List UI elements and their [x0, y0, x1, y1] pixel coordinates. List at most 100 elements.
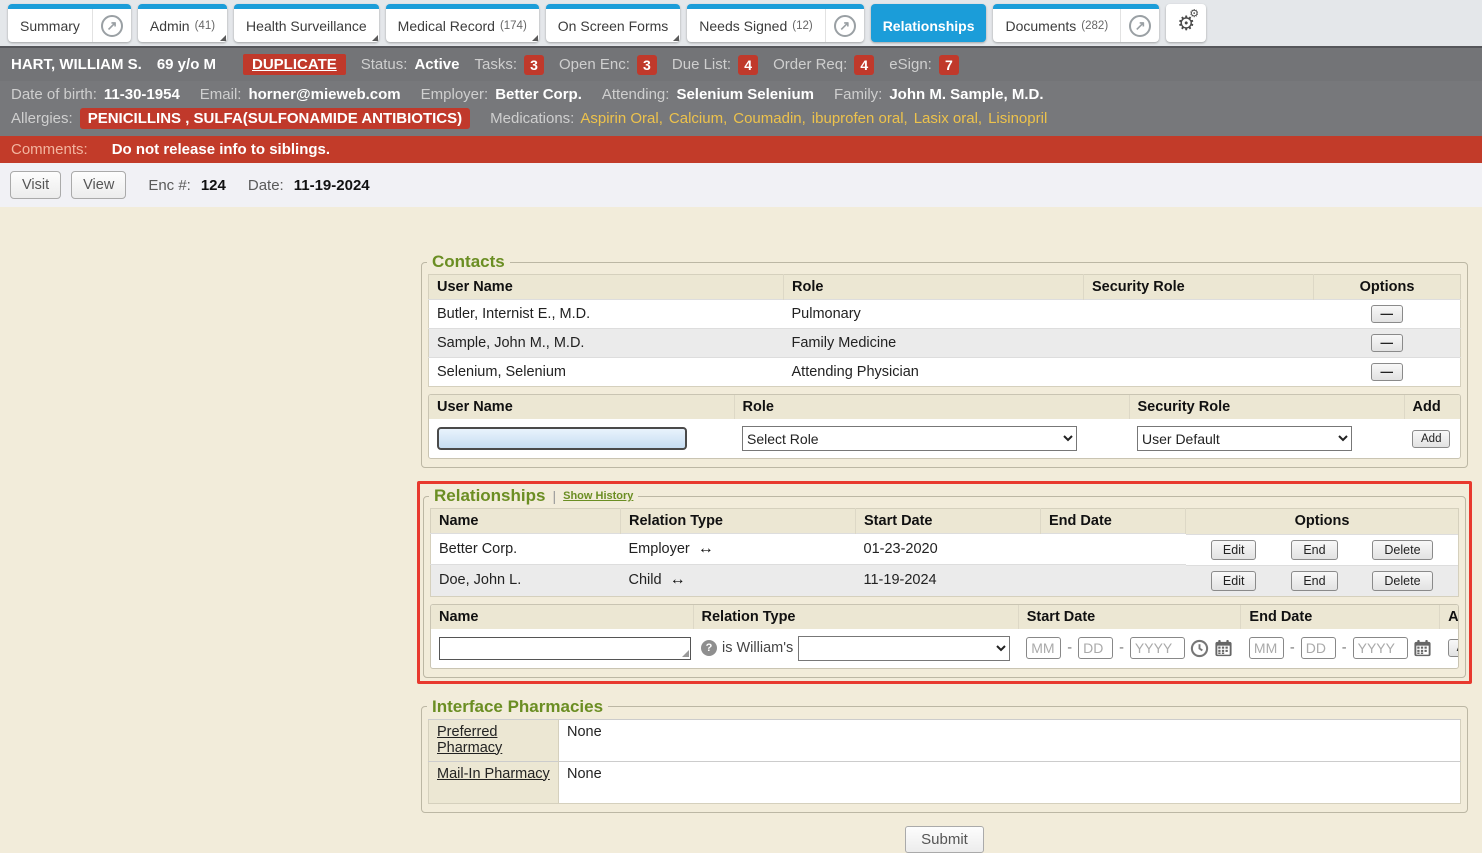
- medication-link[interactable]: ibuprofen oral: [812, 110, 908, 127]
- external-link-icon: ↗: [101, 15, 123, 37]
- add-contact-header-row: User Name Role Security Role Add: [429, 395, 1460, 419]
- tab-health-surveillance[interactable]: Health Surveillance: [234, 4, 379, 42]
- add-relationship-col-end-date: End Date: [1241, 605, 1440, 629]
- edit-relationship-button[interactable]: Edit: [1211, 540, 1257, 560]
- contacts-header-row: User Name Role Security Role Options: [429, 275, 1461, 300]
- visit-button[interactable]: Visit: [10, 171, 61, 199]
- add-contact-input-row: Select Role User Default Add: [429, 419, 1460, 458]
- contact-row: Sample, John M., M.D. Family Medicine —: [429, 329, 1461, 358]
- relationship-end-date: [1041, 565, 1186, 597]
- duplicate-flag[interactable]: DUPLICATE: [243, 54, 346, 75]
- delete-relationship-button[interactable]: Delete: [1372, 540, 1432, 560]
- add-relationship-col-relation-type: Relation Type: [693, 605, 1018, 629]
- tab-needs-signed-count: (12): [792, 20, 812, 32]
- tab-summary[interactable]: Summary ↗: [8, 4, 131, 42]
- add-relationship-button[interactable]: Add: [1448, 639, 1459, 657]
- email-value: horner@mieweb.com: [248, 86, 400, 103]
- employer-label: Employer:: [421, 86, 489, 103]
- medication-link[interactable]: Aspirin Oral: [580, 110, 663, 127]
- medication-link[interactable]: Calcium: [669, 110, 727, 127]
- contact-role-select[interactable]: Select Role: [742, 426, 1077, 451]
- mail-in-pharmacy-link[interactable]: Mail-In Pharmacy: [437, 766, 550, 782]
- relationship-end-date: [1041, 534, 1186, 565]
- tab-health-surveillance-label: Health Surveillance: [234, 9, 379, 42]
- relationships-header-row: Name Relation Type Start Date End Date O…: [431, 509, 1459, 534]
- contact-security-role: [1084, 300, 1314, 329]
- end-relationship-button[interactable]: End: [1291, 540, 1337, 560]
- patient-header-bar: HART, WILLIAM S. 69 y/o M DUPLICATE Stat…: [0, 48, 1482, 81]
- bidirectional-arrow-icon: ↔: [670, 571, 686, 588]
- remove-contact-button[interactable]: —: [1371, 334, 1403, 352]
- tab-needs-signed-label: Needs Signed: [699, 18, 787, 34]
- remove-contact-button[interactable]: —: [1371, 363, 1403, 381]
- attending-value: Selenium Selenium: [676, 86, 814, 103]
- submit-button[interactable]: Submit: [905, 826, 984, 853]
- add-relationship-col-add: Add: [1440, 605, 1459, 629]
- view-button[interactable]: View: [71, 171, 126, 199]
- medication-link[interactable]: Coumadin: [733, 110, 806, 127]
- end-date-day-input[interactable]: [1301, 637, 1336, 659]
- contacts-col-role: Role: [784, 275, 1084, 300]
- contact-user-name: Butler, Internist E., M.D.: [429, 300, 784, 329]
- gear-small-icon: ⚙: [1189, 7, 1199, 20]
- tab-on-screen-forms[interactable]: On Screen Forms: [546, 4, 680, 42]
- relationship-row: Better Corp. Employer ↔ 01-23-2020 Edit …: [431, 534, 1459, 565]
- edit-relationship-button[interactable]: Edit: [1211, 571, 1257, 591]
- tab-summary-label: Summary: [8, 9, 92, 42]
- tab-on-screen-forms-label: On Screen Forms: [546, 9, 680, 42]
- open-enc-count-badge[interactable]: 3: [637, 55, 657, 75]
- tab-needs-signed-popout[interactable]: ↗: [825, 9, 864, 42]
- due-list-count-badge[interactable]: 4: [738, 55, 758, 75]
- esign-count-badge[interactable]: 7: [939, 55, 959, 75]
- preferred-pharmacy-link[interactable]: Preferred Pharmacy: [437, 724, 502, 756]
- tab-needs-signed[interactable]: Needs Signed (12) ↗: [687, 4, 863, 42]
- calendar-icon[interactable]: [1214, 639, 1233, 658]
- end-date-year-input[interactable]: [1353, 637, 1408, 659]
- tab-documents[interactable]: Documents (282) ↗: [993, 4, 1159, 42]
- comments-label: Comments:: [11, 141, 88, 158]
- remove-contact-button[interactable]: —: [1371, 305, 1403, 323]
- add-contact-button[interactable]: Add: [1412, 430, 1450, 448]
- tab-summary-popout[interactable]: ↗: [92, 9, 131, 42]
- relationships-col-end-date: End Date: [1041, 509, 1186, 534]
- allergies-value[interactable]: PENICILLINS , SULFA(SULFONAMIDE ANTIBIOT…: [80, 108, 470, 129]
- end-relationship-button[interactable]: End: [1291, 571, 1337, 591]
- relationship-name-input[interactable]: [439, 637, 691, 660]
- enc-date-value: 11-19-2024: [294, 177, 370, 194]
- tab-relationships[interactable]: Relationships: [871, 4, 987, 42]
- enc-date-label: Date:: [248, 177, 284, 194]
- help-icon[interactable]: ?: [701, 640, 717, 656]
- delete-relationship-button[interactable]: Delete: [1372, 571, 1432, 591]
- contact-row: Butler, Internist E., M.D. Pulmonary —: [429, 300, 1461, 329]
- tab-documents-label: Documents: [1005, 18, 1076, 34]
- end-date-month-input[interactable]: [1249, 637, 1284, 659]
- esign-label: eSign:: [889, 56, 932, 73]
- contacts-col-options: Options: [1314, 275, 1461, 300]
- start-date-year-input[interactable]: [1130, 637, 1185, 659]
- enc-number-label: Enc #:: [148, 177, 191, 194]
- order-req-count-badge[interactable]: 4: [854, 55, 874, 75]
- tab-documents-popout[interactable]: ↗: [1120, 9, 1159, 42]
- family-value: John M. Sample, M.D.: [889, 86, 1043, 103]
- contact-user-name-input[interactable]: [437, 427, 687, 450]
- calendar-icon[interactable]: [1413, 639, 1432, 658]
- submit-row: Submit: [421, 826, 1468, 853]
- start-date-month-input[interactable]: [1026, 637, 1061, 659]
- contact-security-role-select[interactable]: User Default: [1137, 426, 1352, 451]
- relationship-name: Better Corp.: [431, 534, 621, 565]
- add-contact-col-role: Role: [734, 395, 1129, 419]
- tab-admin[interactable]: Admin (41): [138, 4, 227, 42]
- medication-link[interactable]: Lasix oral: [914, 110, 982, 127]
- tasks-count-badge[interactable]: 3: [524, 55, 544, 75]
- contact-user-name: Sample, John M., M.D.: [429, 329, 784, 358]
- external-link-icon: ↗: [1129, 15, 1151, 37]
- relation-type-select[interactable]: [798, 636, 1010, 661]
- start-date-day-input[interactable]: [1078, 637, 1113, 659]
- show-history-link[interactable]: Show History: [563, 490, 633, 502]
- medication-link[interactable]: Lisinopril: [988, 110, 1047, 127]
- add-relationship-header-row: Name Relation Type Start Date End Date A…: [431, 605, 1459, 629]
- tab-medical-record[interactable]: Medical Record (174): [386, 4, 539, 42]
- status-value: Active: [414, 56, 459, 73]
- clock-icon[interactable]: [1190, 639, 1209, 658]
- settings-button[interactable]: ⚙ ⚙: [1166, 4, 1206, 42]
